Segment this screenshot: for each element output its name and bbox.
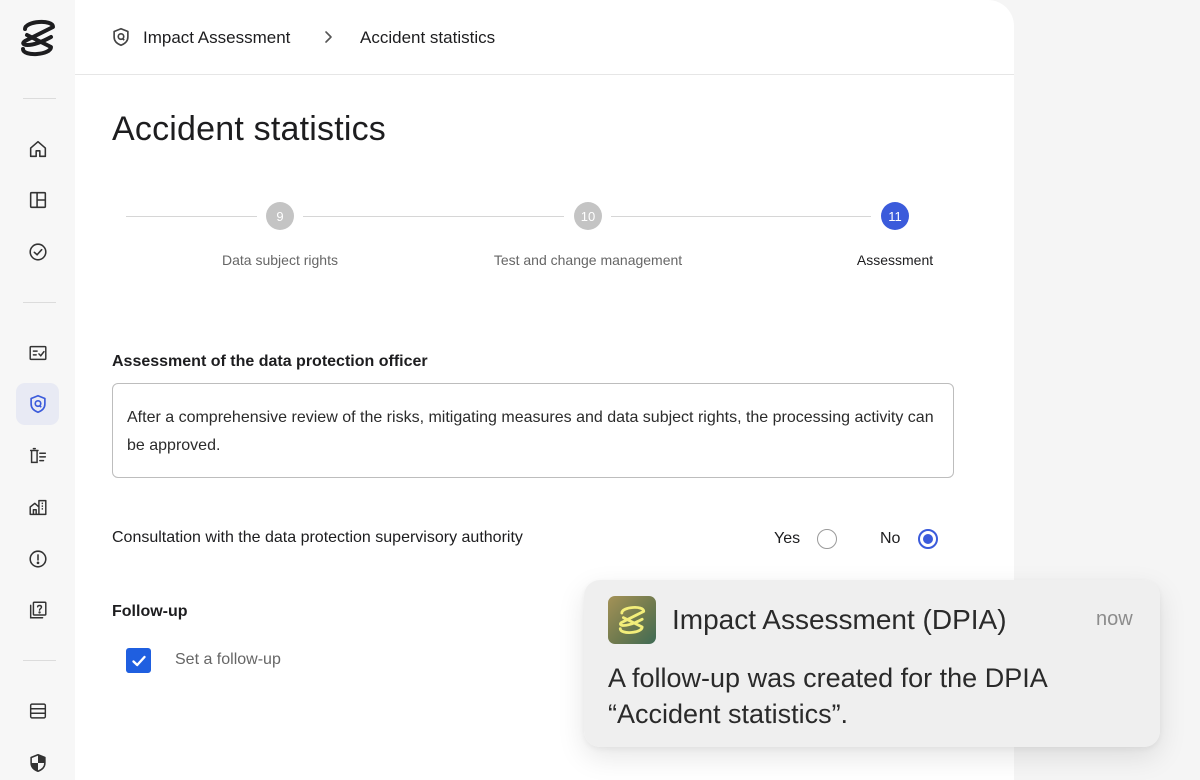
consultation-no-radio[interactable] [918,529,938,549]
home-icon [29,140,46,158]
consultation-no-label: No [880,530,901,547]
nav-incidents[interactable] [16,538,59,580]
assessment-label: Assessment of the data protection office… [112,353,428,370]
nav-organisation[interactable] [16,486,59,528]
breadcrumb-root-link[interactable]: Impact Assessment [143,28,290,48]
nav-records[interactable] [16,435,59,477]
logo-icon [618,606,646,634]
step-11-circle[interactable]: 11 [881,202,909,230]
step-line [126,216,257,217]
sidebar-divider [23,98,56,99]
step-10-circle[interactable]: 10 [574,202,602,230]
sidebar-divider [23,302,56,303]
followup-checkbox-label: Set a follow-up [175,651,281,668]
notification-body: A follow-up was created for the DPIA “Ac… [608,663,1047,729]
sidebar-divider [23,660,56,661]
alert-icon [28,550,47,568]
breadcrumb: Impact Assessment Accident statistics [75,0,1014,75]
step-line [611,216,871,217]
nav-database[interactable] [16,690,59,732]
shield-icon [29,394,46,414]
tasks-icon [28,243,47,261]
checklist-icon [28,345,47,361]
notification-time: now [1096,608,1133,630]
dashboard-icon [29,191,46,209]
step-11-label: Assessment [856,252,934,268]
chevron-right-icon [325,31,332,43]
notification-title: Impact Assessment (DPIA) [672,604,1007,635]
assessment-textarea[interactable]: After a comprehensive review of the risk… [112,383,954,478]
nav-checklist[interactable] [16,332,59,374]
records-icon [29,447,46,464]
step-line [303,216,564,217]
step-9-label: Data subject rights [222,252,338,268]
sidebar [0,0,75,780]
help-icon [29,601,47,619]
app-icon [608,596,656,644]
consultation-label: Consultation with the data protection su… [112,529,523,546]
page-title: Accident statistics [112,110,387,148]
shield-icon [113,27,129,47]
consultation-yes-radio[interactable] [817,529,837,549]
checkmark-icon [131,655,146,666]
database-icon [29,703,46,719]
nav-security[interactable] [16,742,59,780]
step-9-circle[interactable]: 9 [266,202,294,230]
nav-tasks[interactable] [16,231,59,273]
followup-checkbox[interactable] [126,648,151,673]
security-shield-icon [29,753,46,773]
followup-label: Follow-up [112,603,188,620]
logo-icon[interactable] [15,15,61,61]
building-icon [28,499,47,516]
notification-toast[interactable]: Impact Assessment (DPIA) now A follow-up… [584,580,1160,747]
consultation-yes-label: Yes [774,530,801,547]
nav-dashboard[interactable] [16,179,59,221]
breadcrumb-current: Accident statistics [360,28,496,47]
nav-requests[interactable] [16,589,59,631]
nav-home[interactable] [16,128,59,170]
nav-impact-assessment[interactable] [16,383,59,425]
step-10-label: Test and change management [493,252,683,268]
